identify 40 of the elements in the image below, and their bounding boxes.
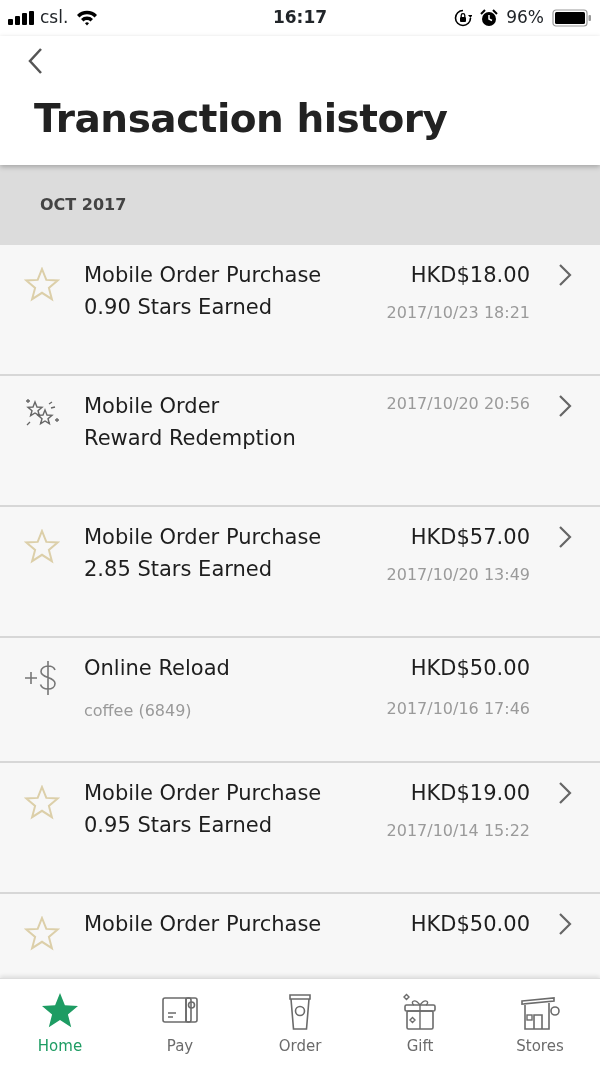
star-icon: [24, 915, 60, 952]
month-heading: OCT 2017: [40, 193, 127, 216]
transaction-amount: HKD$19.00: [409, 779, 530, 807]
transaction-amount: HKD$50.00: [409, 910, 530, 938]
transaction-title: Mobile Order Purchase: [84, 779, 323, 807]
transaction-amount: HKD$18.00: [409, 261, 530, 289]
page-title: Transaction history: [34, 96, 449, 143]
transaction-time: 2017/10/20 20:56: [385, 392, 530, 415]
tab-button[interactable]: Gift: [360, 979, 480, 1067]
carrier-name: csl.: [40, 6, 69, 30]
signal-icon: [8, 11, 36, 25]
transaction-detail: 0.95 Stars Earned: [84, 811, 274, 839]
clock-time: 16:17: [272, 6, 328, 30]
transaction-title: Online Reload: [84, 654, 231, 682]
transaction-detail: Reward Redemption: [84, 424, 297, 452]
tab-button[interactable]: Order: [240, 979, 360, 1067]
battery-icon: [552, 9, 592, 27]
transaction-note: coffee (6849): [84, 699, 193, 722]
transaction-time: 2017/10/23 18:21: [385, 301, 530, 324]
transaction-title: Mobile Order: [84, 392, 221, 420]
tab-button[interactable]: Pay: [120, 979, 240, 1067]
alarm-icon: [480, 9, 499, 27]
star-icon: [24, 528, 60, 565]
transaction-time: 2017/10/16 17:46: [385, 697, 530, 720]
tab-button[interactable]: Stores: [480, 979, 600, 1067]
battery-percent: 96%: [506, 6, 544, 30]
transaction-title: Mobile Order Purchase: [84, 523, 323, 551]
transaction-title: Mobile Order Purchase: [84, 910, 323, 938]
transaction-amount: HKD$50.00: [409, 654, 530, 682]
transaction-title: Mobile Order Purchase: [84, 261, 323, 289]
star-icon: [24, 784, 60, 821]
wifi-icon: [76, 10, 99, 26]
transaction-time: 2017/10/14 15:22: [385, 819, 530, 842]
tab-button[interactable]: Home: [0, 979, 120, 1067]
star-icon: [24, 266, 60, 303]
transaction-detail: 0.90 Stars Earned: [84, 293, 274, 321]
transaction-amount: HKD$57.00: [409, 523, 530, 551]
rotation-lock-icon: [454, 9, 473, 27]
transaction-time: 2017/10/20 13:49: [385, 563, 530, 586]
transaction-detail: 2.85 Stars Earned: [84, 555, 274, 583]
